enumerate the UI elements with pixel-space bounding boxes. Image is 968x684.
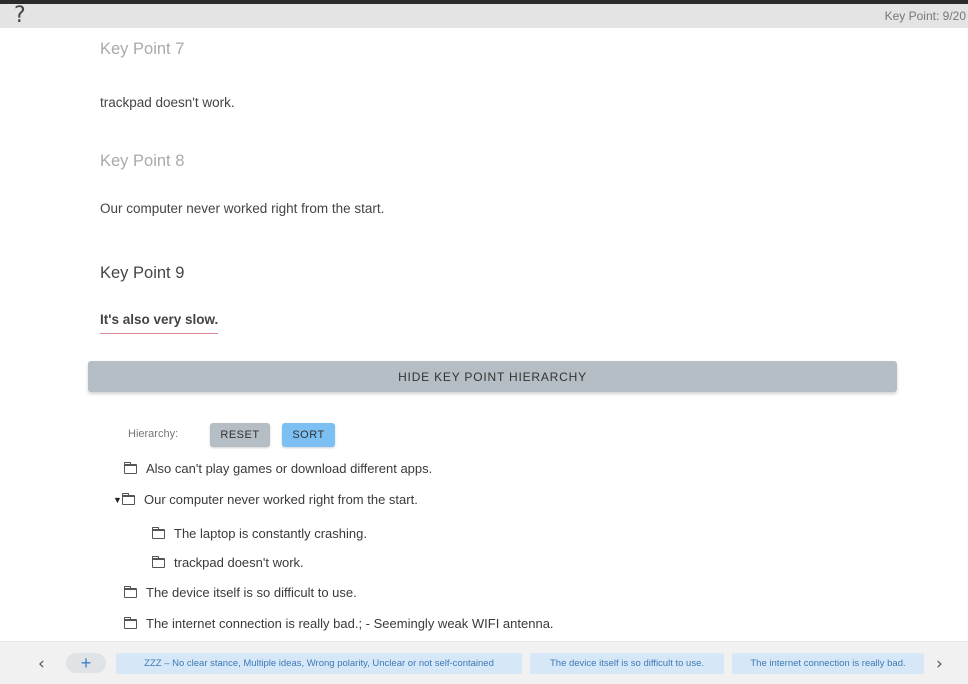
key-point-9-title: Key Point 9 — [100, 264, 185, 282]
reset-button[interactable]: RESET — [210, 423, 270, 447]
tree-item-label: The device itself is so difficult to use… — [146, 585, 357, 600]
key-point-9-text: It's also very slow. — [100, 312, 219, 334]
chevron-right-icon[interactable]: › — [936, 654, 943, 674]
tree-item-label: The internet connection is really bad.; … — [146, 616, 554, 631]
help-icon[interactable]: ? — [14, 4, 26, 28]
folder-icon — [152, 555, 165, 568]
folder-icon — [124, 461, 137, 474]
tree-item-label: Also can't play games or download differ… — [146, 461, 433, 476]
tree-item[interactable]: Also can't play games or download differ… — [124, 461, 432, 476]
key-point-7-title: Key Point 7 — [100, 40, 185, 58]
add-button[interactable]: + — [66, 653, 106, 673]
bottom-bar: ‹ + ZZZ – No clear stance, Multiple idea… — [0, 641, 968, 684]
tree-item-label: trackpad doesn't work. — [174, 555, 304, 570]
caret-down-icon[interactable]: ▼ — [113, 495, 122, 505]
tree-item[interactable]: The device itself is so difficult to use… — [124, 585, 357, 600]
tree-item-expanded[interactable]: ▼ Our computer never worked right from t… — [113, 492, 418, 507]
tree-item-child[interactable]: The laptop is constantly crashing. — [152, 526, 367, 541]
key-point-7-text: trackpad doesn't work. — [100, 95, 235, 110]
hide-hierarchy-button[interactable]: HIDE KEY POINT HIERARCHY — [88, 361, 897, 392]
chevron-left-icon[interactable]: ‹ — [38, 654, 45, 674]
hierarchy-label: Hierarchy: — [128, 428, 179, 440]
progress-indicator: Key Point: 9/20 — [884, 9, 966, 23]
key-point-8-text: Our computer never worked right from the… — [100, 201, 385, 216]
tree-item-child[interactable]: trackpad doesn't work. — [152, 555, 304, 570]
tree-item[interactable]: The internet connection is really bad.; … — [124, 616, 554, 631]
folder-icon — [152, 526, 165, 539]
key-point-chip[interactable]: ZZZ – No clear stance, Multiple ideas, W… — [116, 653, 522, 674]
top-bar: ? Key Point: 9/20 — [0, 0, 968, 28]
folder-icon — [122, 492, 135, 505]
tree-item-label: The laptop is constantly crashing. — [174, 526, 367, 541]
key-point-8-title: Key Point 8 — [100, 152, 185, 170]
key-point-chip[interactable]: The device itself is so difficult to use… — [530, 653, 724, 674]
folder-icon — [124, 585, 137, 598]
folder-icon — [124, 616, 137, 629]
sort-button[interactable]: SORT — [282, 423, 335, 447]
tree-item-label: Our computer never worked right from the… — [144, 492, 418, 507]
key-point-chip[interactable]: The internet connection is really bad. — [732, 653, 924, 674]
